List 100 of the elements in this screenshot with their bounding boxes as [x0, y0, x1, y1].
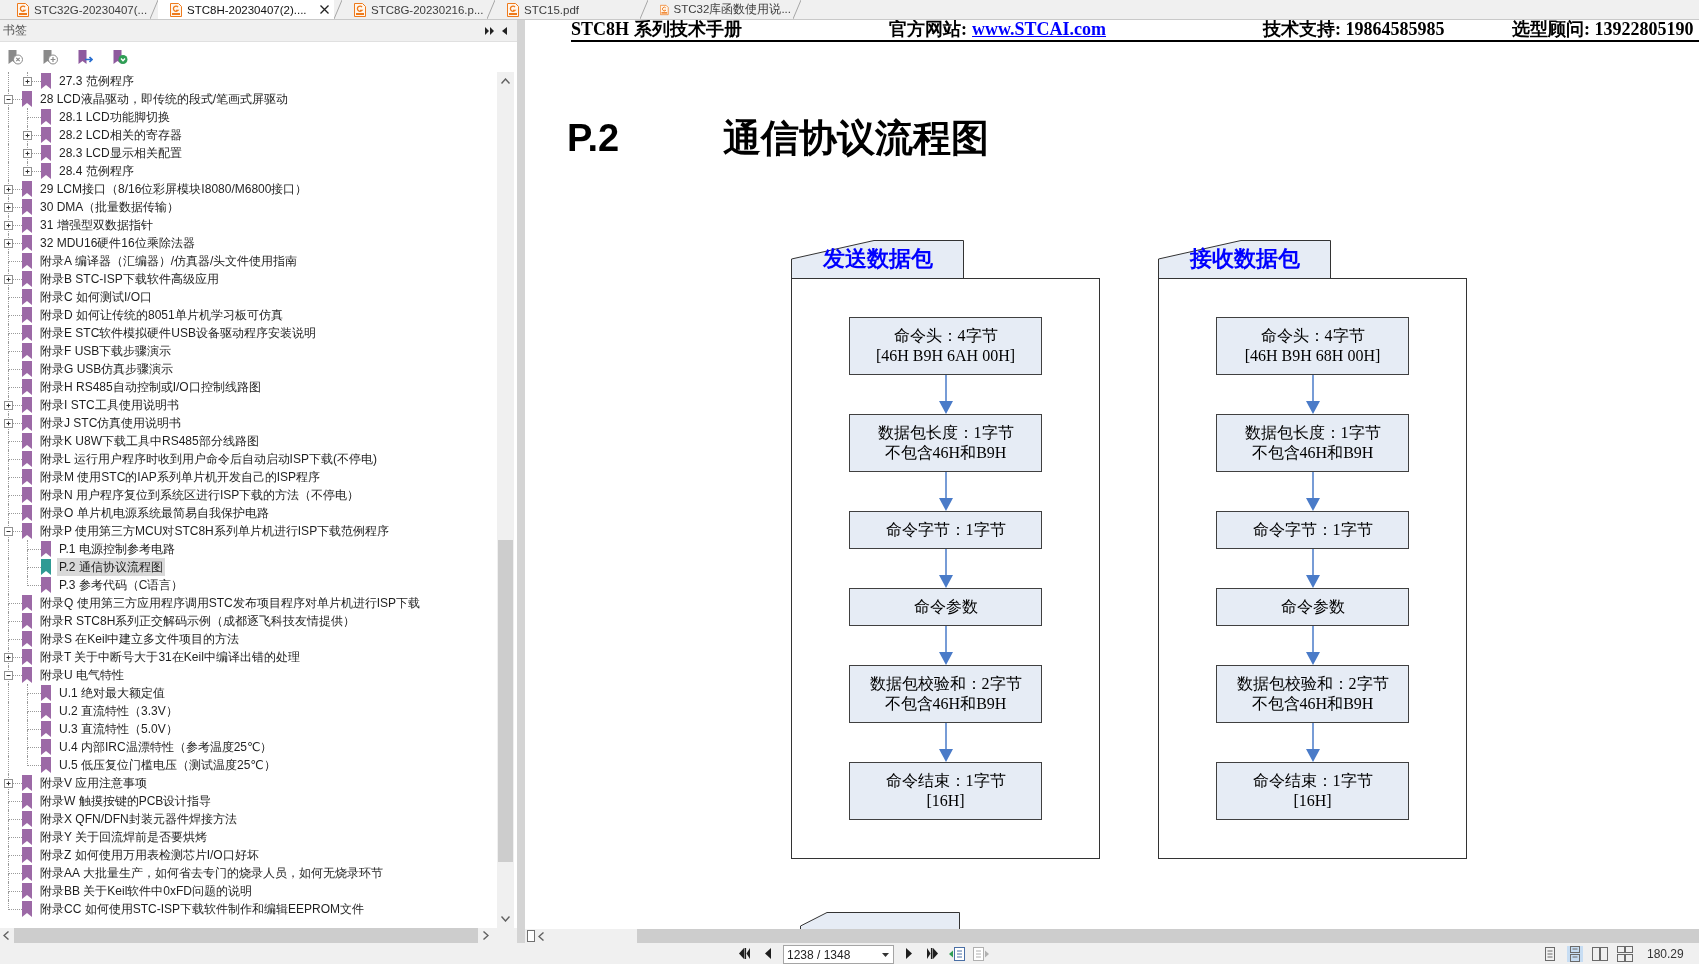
vertical-scrollbar[interactable] — [497, 72, 514, 928]
close-icon[interactable] — [320, 5, 329, 14]
bookmark-item[interactable]: 附录A 编译器（汇编器）/仿真器/头文件使用指南 — [38, 252, 300, 270]
website-link[interactable]: www.STCAI.com — [972, 20, 1106, 38]
bookmark-item[interactable]: 附录L 运行用户程序时收到用户命令后自动启动ISP下载(不停电) — [38, 450, 379, 468]
expand-toggle[interactable] — [4, 778, 13, 788]
document-tab[interactable]: STC8H-20230407(2).... — [158, 0, 334, 19]
expand-toggle[interactable] — [4, 238, 13, 248]
bookmark-item[interactable]: 附录N 用户程序复位到系统区进行ISP下载的方法（不停电） — [38, 486, 362, 504]
bookmark-item[interactable]: U.5 低压复位门槛电压（测试温度25℃） — [57, 756, 278, 774]
bookmark-item[interactable]: 附录U 电气特性 — [38, 666, 126, 684]
bookmark-item[interactable]: 附录W 触摸按键的PCB设计指导 — [38, 792, 214, 810]
expand-toggle[interactable] — [4, 670, 13, 680]
bookmark-item[interactable]: 28.4 范例程序 — [57, 162, 136, 180]
expand-toggle[interactable] — [4, 220, 13, 230]
bookmark-item[interactable]: 附录E STC软件模拟硬件USB设备驱动程序安装说明 — [38, 324, 318, 342]
flowchart-node: 数据包校验和：2字节 不包含46H和B9H — [849, 665, 1042, 723]
expand-toggle[interactable] — [23, 148, 32, 158]
bookmark-item[interactable]: 附录X QFN/DFN封装元器件焊接方法 — [38, 810, 239, 828]
facing-pages-icon[interactable] — [1592, 945, 1608, 962]
file-icon — [17, 2, 29, 17]
bookmark-item[interactable]: 32 MDU16硬件16位乘除法器 — [38, 234, 197, 252]
file-icon — [170, 2, 182, 17]
single-page-icon[interactable] — [1542, 945, 1558, 962]
expand-toggle[interactable] — [4, 184, 13, 194]
page-back-arrow-icon[interactable] — [949, 946, 965, 961]
continuous-page-icon[interactable] — [1567, 945, 1583, 962]
bookmark-item[interactable]: 附录J STC仿真使用说明书 — [38, 414, 184, 432]
bookmark-item[interactable]: 30 DMA（批量数据传输） — [38, 198, 182, 216]
bookmark-item[interactable]: 附录V 应用注意事项 — [38, 774, 150, 792]
expand-toggle[interactable] — [4, 652, 13, 662]
bookmark-item[interactable]: P.1 电源控制参考电路 — [57, 540, 177, 558]
bookmark-item[interactable]: 附录G USB仿真步骤演示 — [38, 360, 176, 378]
bookmark-item[interactable]: 附录K U8W下载工具中RS485部分线路图 — [38, 432, 261, 450]
bookmark-item[interactable]: U.2 直流特性（3.3V） — [57, 702, 180, 720]
chevron-right-icon[interactable] — [483, 931, 489, 940]
last-page-icon[interactable] — [927, 948, 939, 959]
bookmark-item[interactable]: 附录Y 关于回流焊前是否要烘烤 — [38, 828, 210, 846]
document-tab[interactable]: STC15.pdf — [495, 0, 640, 19]
bookmark-item[interactable]: 附录O 单片机电源系统最简易自我保护电路 — [38, 504, 271, 522]
bookmark-item[interactable]: P.3 参考代码（C语言） — [57, 576, 186, 594]
expand-toggle[interactable] — [4, 94, 13, 104]
triangle-left-icon[interactable] — [502, 26, 507, 35]
bookmark-item[interactable]: 31 增强型双数据指针 — [38, 216, 155, 234]
page-number-field[interactable]: 1238 / 1348 — [783, 945, 894, 964]
bookmark-item[interactable]: 附录R STC8H系列正交解码示例（成都逐飞科技友情提供） — [38, 612, 358, 630]
document-tab[interactable]: STC32G-20230407(... — [5, 0, 150, 19]
expand-toggle[interactable] — [23, 76, 32, 86]
expand-toggle[interactable] — [4, 400, 13, 410]
bookmark-item[interactable]: 附录F USB下载步骤演示 — [38, 342, 174, 360]
chevron-down-icon[interactable] — [501, 916, 510, 922]
next-page-icon[interactable] — [906, 948, 912, 959]
bookmark-item[interactable]: 附录T 关于中断号大于31在Keil中编译出错的处理 — [38, 648, 302, 666]
bookmark-item[interactable]: 附录BB 关于Keil软件中0xFD问题的说明 — [38, 882, 255, 900]
continuous-facing-icon[interactable] — [1617, 945, 1633, 962]
expand-toggle[interactable] — [4, 418, 13, 428]
bookmark-icon — [41, 163, 51, 179]
bookmark-item[interactable]: P.2 通信协议流程图 — [57, 558, 165, 576]
bookmark-item[interactable]: U.1 绝对最大额定值 — [57, 684, 167, 702]
bookmark-item[interactable]: 29 LCM接口（8/16位彩屏模块I8080/M6800接口） — [38, 180, 310, 198]
bookmark-item[interactable]: U.3 直流特性（5.0V） — [57, 720, 180, 738]
expand-toggle[interactable] — [23, 166, 32, 176]
bookmark-item[interactable]: 28.2 LCD相关的寄存器 — [57, 126, 184, 144]
first-page-icon[interactable] — [738, 948, 750, 959]
bookmark-icon — [22, 649, 32, 665]
chevron-left-icon[interactable] — [3, 931, 9, 940]
bookmark-item[interactable]: 28.3 LCD显示相关配置 — [57, 144, 184, 162]
expand-toggle[interactable] — [4, 202, 13, 212]
bookmark-item[interactable]: 附录B STC-ISP下载软件高级应用 — [38, 270, 221, 288]
document-tab[interactable]: STC32库函数使用说... — [648, 0, 793, 19]
chevron-left-icon[interactable] — [538, 931, 544, 941]
bookmark-item[interactable]: 附录S 在Keil中建立多文件项目的方法 — [38, 630, 242, 648]
connector-arrow — [938, 549, 953, 588]
bookmark-item[interactable]: 附录I STC工具使用说明书 — [38, 396, 181, 414]
expand-toggle[interactable] — [4, 526, 13, 536]
bookmark-item[interactable]: 附录CC 如何使用STC-ISP下载软件制作和编辑EEPROM文件 — [38, 900, 366, 918]
document-tab[interactable]: STC8G-20230216.p... — [342, 0, 487, 19]
bookmark-arrow-icon[interactable] — [77, 49, 93, 65]
bookmark-item[interactable]: 27.3 范例程序 — [57, 72, 136, 90]
bookmark-item[interactable]: 附录H RS485自动控制或I/O口控制线路图 — [38, 378, 263, 396]
bookmark-item[interactable]: 附录M 使用STC的IAP系列单片机开发自己的ISP程序 — [38, 468, 322, 486]
chevron-up-icon[interactable] — [501, 78, 510, 84]
bookmark-item[interactable]: 附录AA 大批量生产，如何省去专门的烧录人员，如何无烧录环节 — [38, 864, 385, 882]
double-chevron-right-icon[interactable] — [485, 26, 494, 35]
previous-page-icon[interactable] — [765, 948, 771, 959]
caret-down-icon[interactable] — [882, 952, 889, 957]
bookmark-item[interactable]: 附录D 如何让传统的8051单片机学习板可仿真 — [38, 306, 285, 324]
bookmark-item[interactable]: 附录C 如何测试I/O口 — [38, 288, 154, 306]
bookmark-down-arrow-icon[interactable] — [112, 49, 128, 65]
bookmark-item[interactable]: 附录P 使用第三方MCU对STC8H系列单片机进行ISP下载范例程序 — [38, 522, 392, 540]
expand-toggle[interactable] — [23, 130, 32, 140]
bookmark-item[interactable]: 28 LCD液晶驱动，即传统的段式/笔画式屏驱动 — [38, 90, 291, 108]
bookmark-item[interactable]: 附录Z 如何使用万用表检测芯片I/O口好坏 — [38, 846, 261, 864]
split-handle-icon[interactable] — [527, 930, 535, 942]
bookmark-item[interactable]: 28.1 LCD功能脚切换 — [57, 108, 172, 126]
expand-toggle[interactable] — [4, 274, 13, 284]
bookmark-item[interactable]: U.4 内部IRC温漂特性（参考温度25℃） — [57, 738, 275, 756]
bookmark-item[interactable]: 附录Q 使用第三方应用程序调用STC发布项目程序对单片机进行ISP下载 — [38, 594, 422, 612]
scrollbar-thumb[interactable] — [498, 540, 513, 862]
connector-arrow — [1305, 723, 1320, 762]
